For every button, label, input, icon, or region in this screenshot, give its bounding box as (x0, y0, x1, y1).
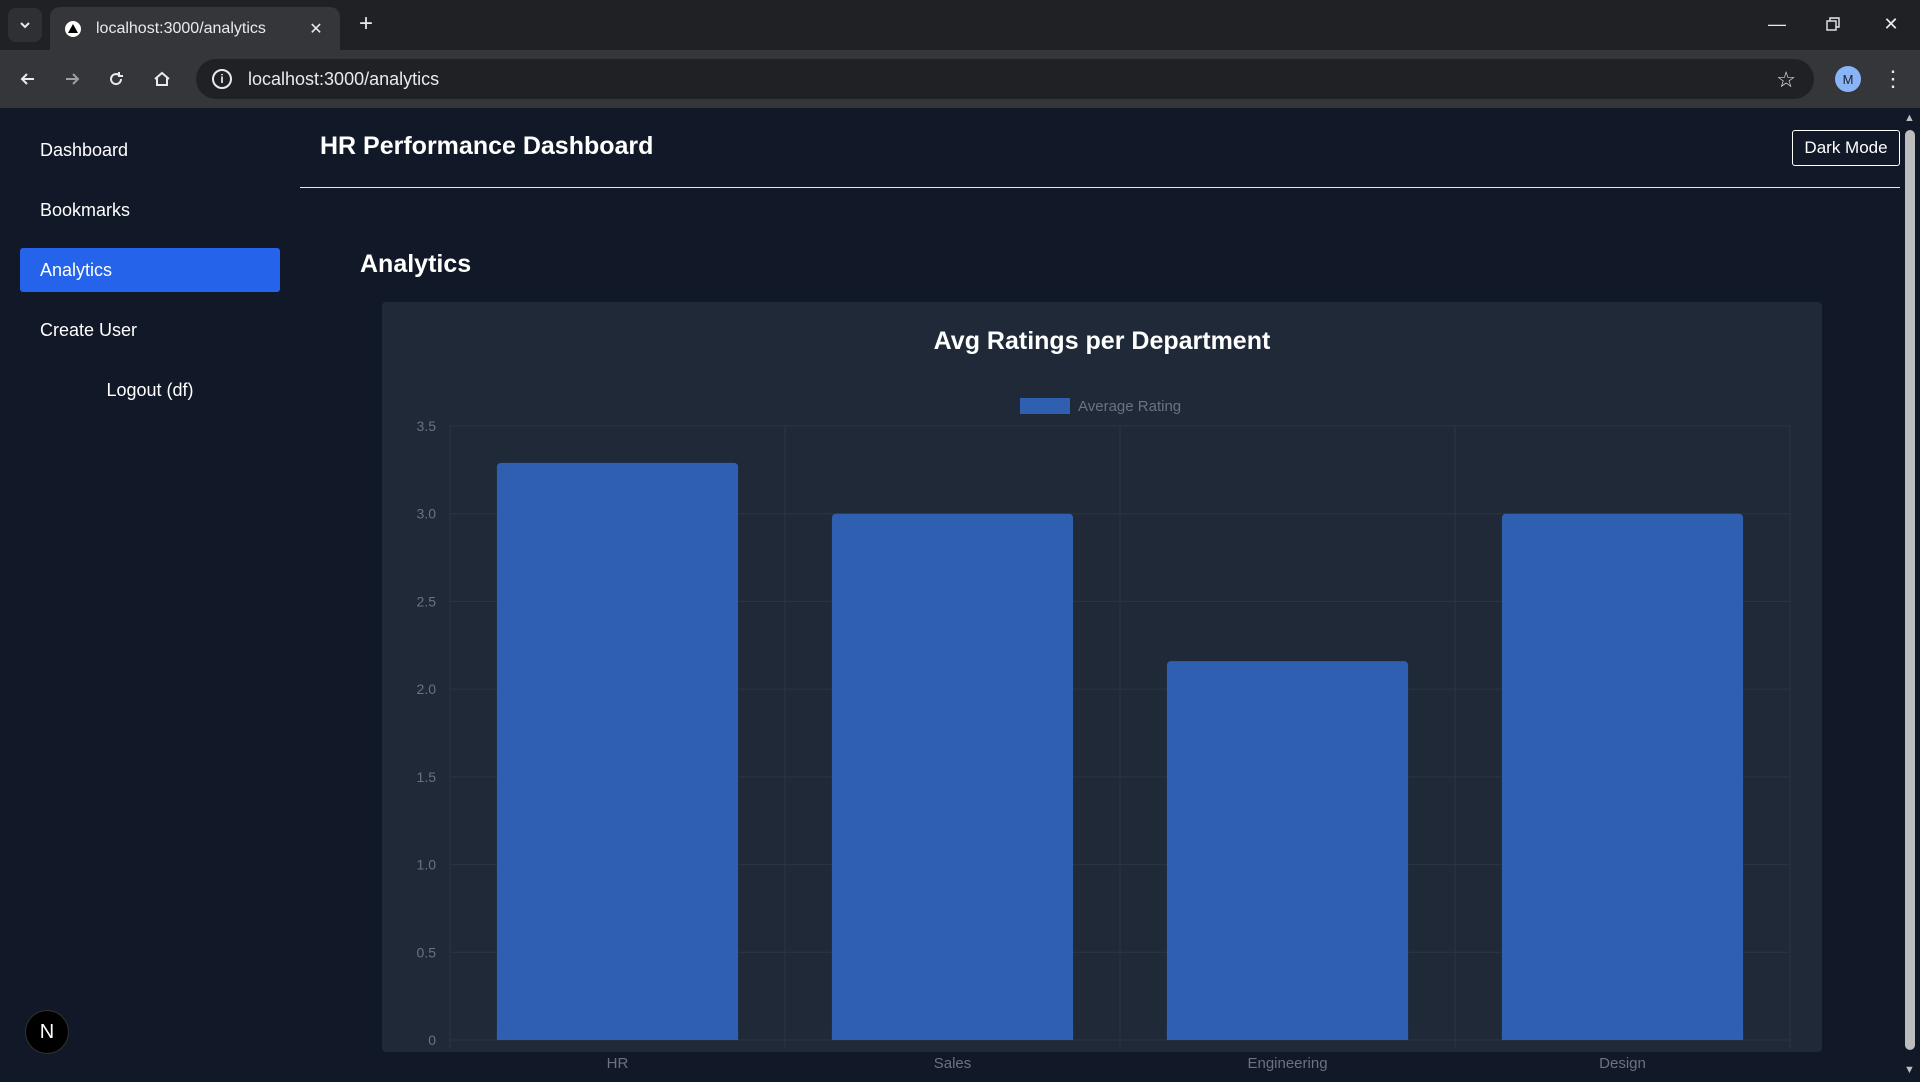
x-tick-label: HR (607, 1055, 629, 1072)
browser-toolbar: i localhost:3000/analytics ☆ (0, 50, 1920, 108)
profile-avatar[interactable]: M (1835, 66, 1861, 92)
scroll-up-icon[interactable]: ▲ (1904, 112, 1915, 124)
chevron-down-icon (20, 22, 30, 29)
tab-list-button[interactable] (8, 8, 42, 42)
bar-hr (496, 462, 739, 1041)
page-scrollbar[interactable]: ▲ ▼ (1900, 108, 1920, 1080)
scrollbar-thumb[interactable] (1905, 130, 1915, 1050)
new-tab-icon[interactable]: + (352, 10, 380, 38)
site-info-icon[interactable]: i (212, 69, 232, 89)
bookmark-star-icon[interactable]: ☆ (1776, 67, 1796, 93)
chart-title: Avg Ratings per Department (934, 327, 1271, 355)
bar-sales (831, 513, 1074, 1040)
bar-base-engineering (1166, 1030, 1409, 1040)
sidebar-item-dashboard[interactable]: Dashboard (20, 128, 280, 172)
bar-base-sales (831, 1030, 1074, 1040)
x-tick-label: Engineering (1247, 1055, 1327, 1072)
next-dev-badge[interactable]: N (25, 1010, 69, 1054)
sidebar: Dashboard Bookmarks Analytics Create Use… (0, 108, 300, 1080)
forward-icon[interactable] (56, 63, 88, 95)
legend-label: Average Rating (1078, 398, 1181, 415)
dark-mode-button[interactable]: Dark Mode (1792, 130, 1900, 166)
bar-engineering (1166, 661, 1409, 1040)
address-bar-url: localhost:3000/analytics (248, 68, 440, 89)
y-tick-label: 0.5 (417, 944, 437, 960)
y-tick-label: 2.5 (417, 593, 437, 609)
minimize-icon[interactable]: — (1754, 6, 1800, 42)
address-bar[interactable]: i localhost:3000/analytics ☆ (196, 59, 1814, 99)
scroll-down-icon[interactable]: ▼ (1904, 1064, 1915, 1076)
bar-base-hr (496, 1030, 739, 1040)
tab-title: localhost:3000/analytics (96, 19, 266, 37)
logout-button[interactable]: Logout (df) (20, 368, 280, 412)
y-tick-label: 1.0 (417, 857, 437, 873)
x-tick-label: Design (1599, 1055, 1646, 1072)
legend-swatch (1020, 398, 1070, 414)
window-close-icon[interactable]: ✕ (1868, 6, 1914, 42)
x-tick-label: Sales (934, 1055, 972, 1072)
chart-card: Avg Ratings per Department Average Rating… (382, 302, 1822, 1072)
y-tick-label: 3.5 (417, 418, 437, 434)
browser-tab[interactable]: localhost:3000/analytics ✕ (50, 7, 340, 50)
browser-tabbar: localhost:3000/analytics ✕ + — ✕ (0, 0, 1920, 50)
reload-icon[interactable] (100, 63, 132, 95)
sidebar-item-bookmarks[interactable]: Bookmarks (20, 188, 280, 232)
tab-close-icon[interactable]: ✕ (306, 19, 326, 39)
back-icon[interactable] (12, 63, 44, 95)
y-tick-label: 0 (428, 1032, 436, 1048)
sidebar-item-create-user[interactable]: Create User (20, 308, 280, 352)
restore-icon[interactable] (1810, 6, 1856, 42)
sidebar-item-analytics[interactable]: Analytics (20, 248, 280, 292)
y-tick-label: 3.0 (417, 506, 437, 522)
section-title: Analytics (360, 250, 472, 278)
page-header: HR Performance Dashboard Dark Mode (300, 108, 1900, 188)
bar-design (1501, 513, 1744, 1040)
triangle-favicon-icon (64, 20, 82, 38)
y-tick-label: 1.5 (417, 769, 437, 785)
y-tick-label: 2.0 (417, 681, 437, 697)
page-title: HR Performance Dashboard (320, 132, 654, 160)
bar-base-design (1501, 1030, 1744, 1040)
bar-chart: Avg Ratings per Department Average Rating… (417, 327, 1791, 1072)
browser-menu-icon[interactable]: ⋮ (1880, 64, 1906, 94)
home-icon[interactable] (146, 63, 178, 95)
